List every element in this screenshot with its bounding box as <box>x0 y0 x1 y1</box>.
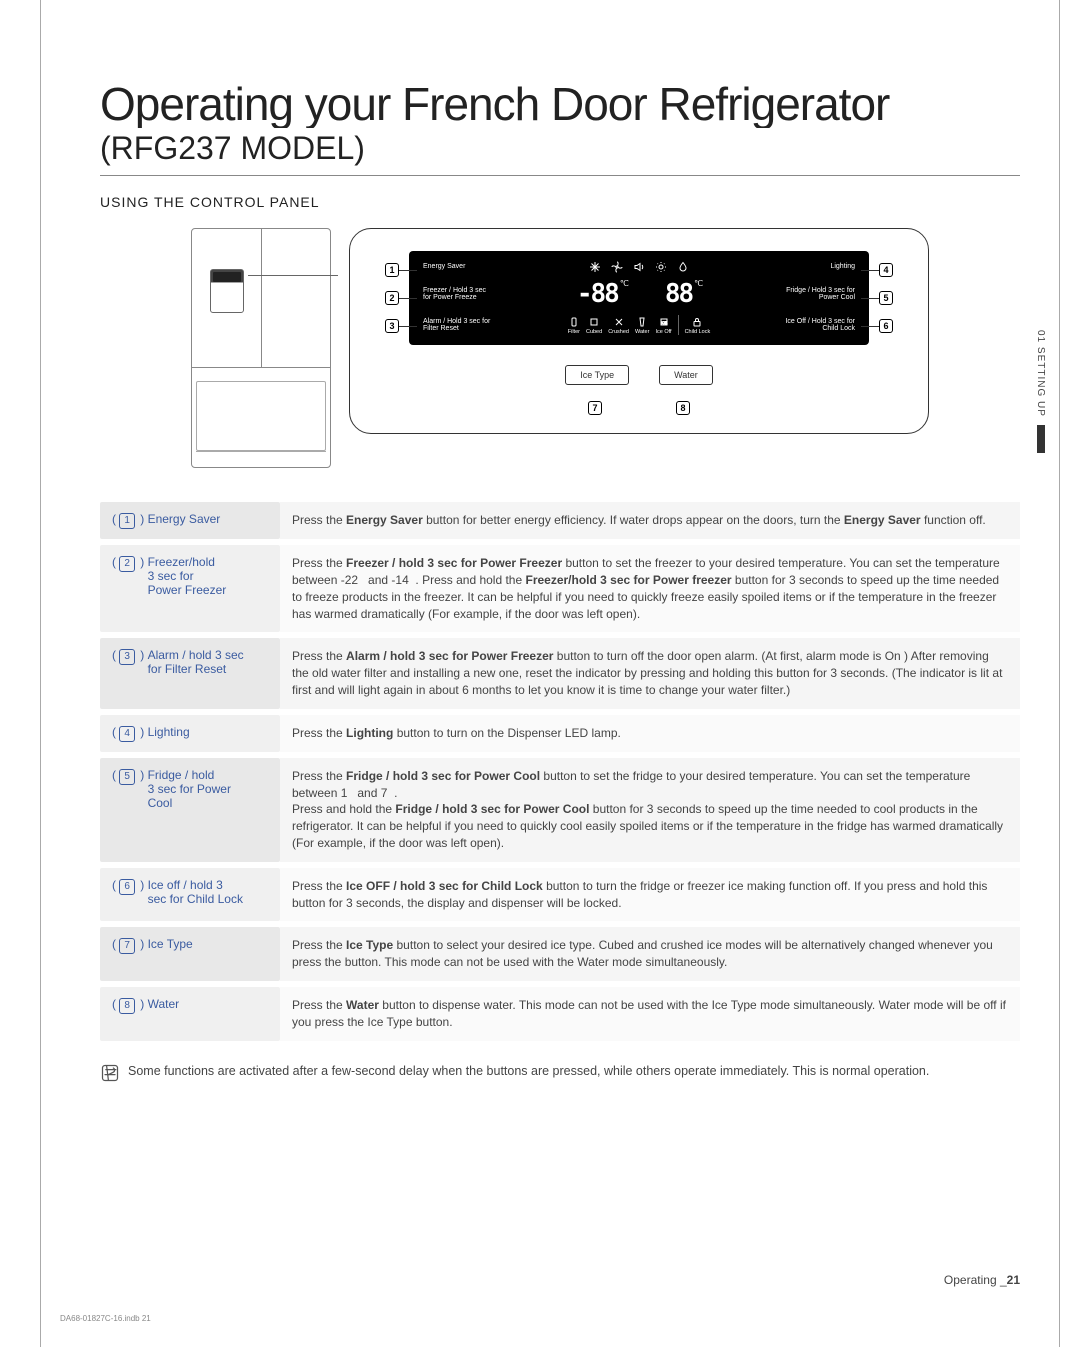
row-desc: Press the Fridge / hold 3 sec for Power … <box>280 758 1020 862</box>
page: Operating your French Door Refrigerator … <box>0 0 1080 1347</box>
sub-buttons: Ice Type Water <box>565 365 713 385</box>
row-desc: Press the Water button to dispense water… <box>280 987 1020 1041</box>
table-row: ( 7 ) Ice TypePress the Ice Type button … <box>100 927 1020 981</box>
filter-icon <box>568 316 580 328</box>
iceoff-icon: ICE <box>658 316 670 328</box>
dispenser <box>210 269 244 313</box>
row-label: ( 3 ) Alarm / hold 3 secfor Filter Reset <box>100 638 280 708</box>
row-desc: Press the Energy Saver button for better… <box>280 502 1020 539</box>
control-panel-box: 1 2 3 4 5 6 Energy Saver <box>349 228 929 434</box>
svg-text:ICE: ICE <box>660 320 667 325</box>
drawer-base <box>196 451 326 463</box>
note-row: Some functions are activated after a few… <box>100 1063 1020 1083</box>
row1-icons <box>493 261 785 273</box>
row3-mid: Filter Cubed Crushed Water ICEIce Off Ch… <box>493 315 785 335</box>
footer-right: Operating _21 <box>944 1273 1020 1287</box>
row3-left: Alarm / Hold 3 sec for Filter Reset <box>423 318 493 333</box>
brightness-icon <box>655 261 667 273</box>
marker-3: 3 <box>385 319 399 333</box>
fan-icon <box>611 261 623 273</box>
water-button: Water <box>659 365 713 385</box>
note-icon <box>100 1063 120 1083</box>
drawer <box>196 381 326 451</box>
water-icon <box>636 316 648 328</box>
row1-right: Lighting <box>785 263 855 271</box>
fridge-divider <box>192 367 330 368</box>
table-row: ( 4 ) LightingPress the Lighting button … <box>100 715 1020 752</box>
panel-row-2: Freezer / Hold 3 sec for Power Freeze -8… <box>423 279 855 309</box>
row1-left: Energy Saver <box>423 263 493 271</box>
table-row: ( 8 ) WaterPress the Water button to dis… <box>100 987 1020 1041</box>
sound-icon <box>633 261 645 273</box>
row-desc: Press the Alarm / hold 3 sec for Power F… <box>280 638 1020 708</box>
temp-fridge: 88℃ <box>665 279 701 309</box>
panel-row-3: Alarm / Hold 3 sec for Filter Reset Filt… <box>423 315 855 335</box>
ice-type-button: Ice Type <box>565 365 629 385</box>
lock-icon <box>691 316 703 328</box>
panel-row-1: Energy Saver Lighting <box>423 261 855 273</box>
marker-2: 2 <box>385 291 399 305</box>
page-title: Operating your French Door Refrigerator <box>100 80 1020 128</box>
drop-icon <box>677 261 689 273</box>
row-label: ( 2 ) Freezer/hold3 sec forPower Freezer <box>100 545 280 632</box>
marker-4: 4 <box>879 263 893 277</box>
leader-line <box>248 275 338 276</box>
row-desc: Press the Ice Type button to select your… <box>280 927 1020 981</box>
row-label: ( 7 ) Ice Type <box>100 927 280 981</box>
marker-6: 6 <box>879 319 893 333</box>
row-label: ( 8 ) Water <box>100 987 280 1041</box>
cubed-icon <box>588 316 600 328</box>
row-desc: Press the Lighting button to turn on the… <box>280 715 1020 752</box>
marker-7: 7 <box>588 401 602 415</box>
row-label: ( 5 ) Fridge / hold3 sec for PowerCool <box>100 758 280 862</box>
control-panel-strip: 1 2 3 4 5 6 Energy Saver <box>409 251 869 345</box>
row2-mid: -88℃ 88℃ <box>493 279 785 309</box>
diagram-row: 1 2 3 4 5 6 Energy Saver <box>100 228 1020 468</box>
temp-freezer: -88℃ <box>577 279 627 309</box>
crushed-icon <box>613 316 625 328</box>
row-desc: Press the Ice OFF / hold 3 sec for Child… <box>280 868 1020 922</box>
sub-marker-row: 7 8 <box>588 401 690 415</box>
note-text: Some functions are activated after a few… <box>128 1063 929 1081</box>
marker-5: 5 <box>879 291 893 305</box>
section-heading: USING THE CONTROL PANEL <box>100 194 1020 210</box>
marker-8: 8 <box>676 401 690 415</box>
row-label: ( 4 ) Lighting <box>100 715 280 752</box>
table-row: ( 2 ) Freezer/hold3 sec forPower Freezer… <box>100 545 1020 632</box>
row2-right: Fridge / Hold 3 sec for Power Cool <box>785 287 855 302</box>
table-row: ( 6 ) Ice off / hold 3sec for Child Lock… <box>100 868 1020 922</box>
row-label: ( 6 ) Ice off / hold 3sec for Child Lock <box>100 868 280 922</box>
row3-right: Ice Off / Hold 3 sec for Child Lock <box>785 318 855 333</box>
row-desc: Press the Freezer / hold 3 sec for Power… <box>280 545 1020 632</box>
row2-left: Freezer / Hold 3 sec for Power Freeze <box>423 287 493 302</box>
page-subtitle: (RFG237 MODEL) <box>100 130 1020 176</box>
door-split <box>261 229 262 367</box>
table-row: ( 1 ) Energy SaverPress the Energy Saver… <box>100 502 1020 539</box>
table-row: ( 5 ) Fridge / hold3 sec for PowerCoolPr… <box>100 758 1020 862</box>
snowflake-icon <box>589 261 601 273</box>
marker-1: 1 <box>385 263 399 277</box>
footer-left: DA68-01827C-16.indb 21 <box>60 1314 151 1323</box>
row-label: ( 1 ) Energy Saver <box>100 502 280 539</box>
fridge-drawing <box>191 228 331 468</box>
table-row: ( 3 ) Alarm / hold 3 secfor Filter Reset… <box>100 638 1020 708</box>
controls-table: ( 1 ) Energy SaverPress the Energy Saver… <box>100 496 1020 1046</box>
